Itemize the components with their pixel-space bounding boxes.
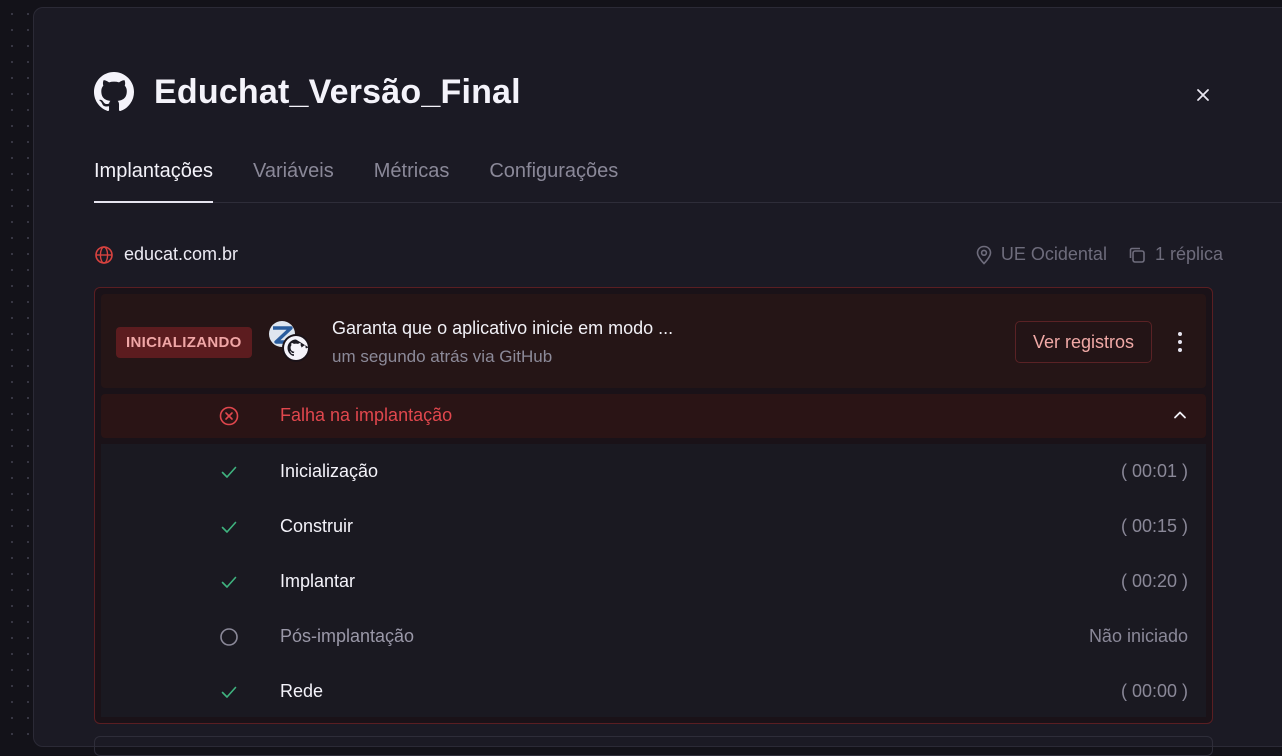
check-icon bbox=[221, 466, 237, 478]
kebab-dot bbox=[1178, 332, 1182, 336]
deployment-card: INICIALIZANDO Garanta que o aplicativo i… bbox=[94, 287, 1213, 724]
tab-configuracoes[interactable]: Configurações bbox=[489, 148, 618, 203]
chevron-up-icon bbox=[1174, 411, 1186, 419]
step-duration: ( 00:20 ) bbox=[1120, 571, 1188, 591]
kebab-dot bbox=[1178, 340, 1182, 344]
background-dot-grid bbox=[0, 0, 34, 739]
github-icon bbox=[94, 72, 134, 112]
domain-link[interactable]: educat.com.br bbox=[124, 244, 238, 265]
step-label: Inicialização bbox=[280, 461, 379, 481]
view-logs-button[interactable]: Ver registros bbox=[1015, 321, 1152, 363]
error-circle-icon bbox=[219, 406, 239, 426]
location-pin-icon bbox=[976, 245, 992, 265]
check-icon bbox=[221, 521, 237, 533]
next-deployment-card bbox=[94, 736, 1213, 756]
region-info: UE Ocidental bbox=[975, 244, 1107, 265]
pending-circle-icon bbox=[220, 628, 238, 646]
deployment-steps: Inicialização ( 00:01 ) Construir ( 00:1… bbox=[101, 444, 1206, 717]
tab-variaveis[interactable]: Variáveis bbox=[253, 148, 334, 203]
step-label: Implantar bbox=[280, 571, 356, 591]
step-label: Pós-implantação bbox=[280, 626, 415, 646]
more-options-button[interactable] bbox=[1169, 327, 1191, 357]
kebab-dot bbox=[1178, 348, 1182, 352]
step-duration: ( 00:15 ) bbox=[1120, 516, 1188, 536]
close-icon bbox=[1197, 89, 1209, 101]
check-icon bbox=[221, 576, 237, 588]
step-duration: ( 00:00 ) bbox=[1120, 681, 1188, 701]
deployment-header: INICIALIZANDO Garanta que o aplicativo i… bbox=[101, 294, 1206, 388]
failure-label: Falha na implantação bbox=[280, 405, 453, 425]
step-label: Construir bbox=[280, 516, 354, 536]
region-label: UE Ocidental bbox=[1000, 244, 1107, 264]
status-badge: INICIALIZANDO bbox=[116, 327, 252, 358]
tab-metricas[interactable]: Métricas bbox=[374, 148, 450, 203]
domain-row: educat.com.br UE Ocidental 1 réplica bbox=[94, 244, 1223, 265]
service-title: Educhat_Versão_Final bbox=[154, 72, 521, 111]
step-row: Implantar ( 00:20 ) bbox=[101, 554, 1206, 609]
globe-icon bbox=[95, 245, 113, 264]
step-row: Inicialização ( 00:01 ) bbox=[101, 444, 1206, 499]
copy-icon bbox=[1129, 247, 1145, 263]
deployment-failed-row[interactable]: Falha na implantação bbox=[101, 394, 1206, 438]
check-icon bbox=[221, 686, 237, 698]
replica-info: 1 réplica bbox=[1127, 244, 1223, 265]
step-duration: ( 00:01 ) bbox=[1120, 461, 1188, 481]
commit-meta: um segundo atrás via GitHub bbox=[332, 347, 553, 366]
commit-message: Garanta que o aplicativo inicie em modo … bbox=[332, 318, 674, 338]
step-row: Rede ( 00:00 ) bbox=[101, 664, 1206, 719]
step-row: Construir ( 00:15 ) bbox=[101, 499, 1206, 554]
commit-author-avatar bbox=[269, 321, 310, 362]
tab-implantacoes[interactable]: Implantações bbox=[94, 148, 213, 203]
step-status: Não iniciado bbox=[1088, 626, 1188, 646]
tab-bar: Implantações Variáveis Métricas Configur… bbox=[94, 148, 1282, 203]
close-button[interactable] bbox=[1190, 82, 1216, 108]
panel-header: Educhat_Versão_Final bbox=[94, 72, 521, 112]
step-label: Rede bbox=[280, 681, 324, 701]
service-panel: Educhat_Versão_Final Implantações Variáv… bbox=[33, 7, 1282, 756]
replica-label: 1 réplica bbox=[1154, 244, 1223, 264]
step-row: Pós-implantação Não iniciado bbox=[101, 609, 1206, 664]
